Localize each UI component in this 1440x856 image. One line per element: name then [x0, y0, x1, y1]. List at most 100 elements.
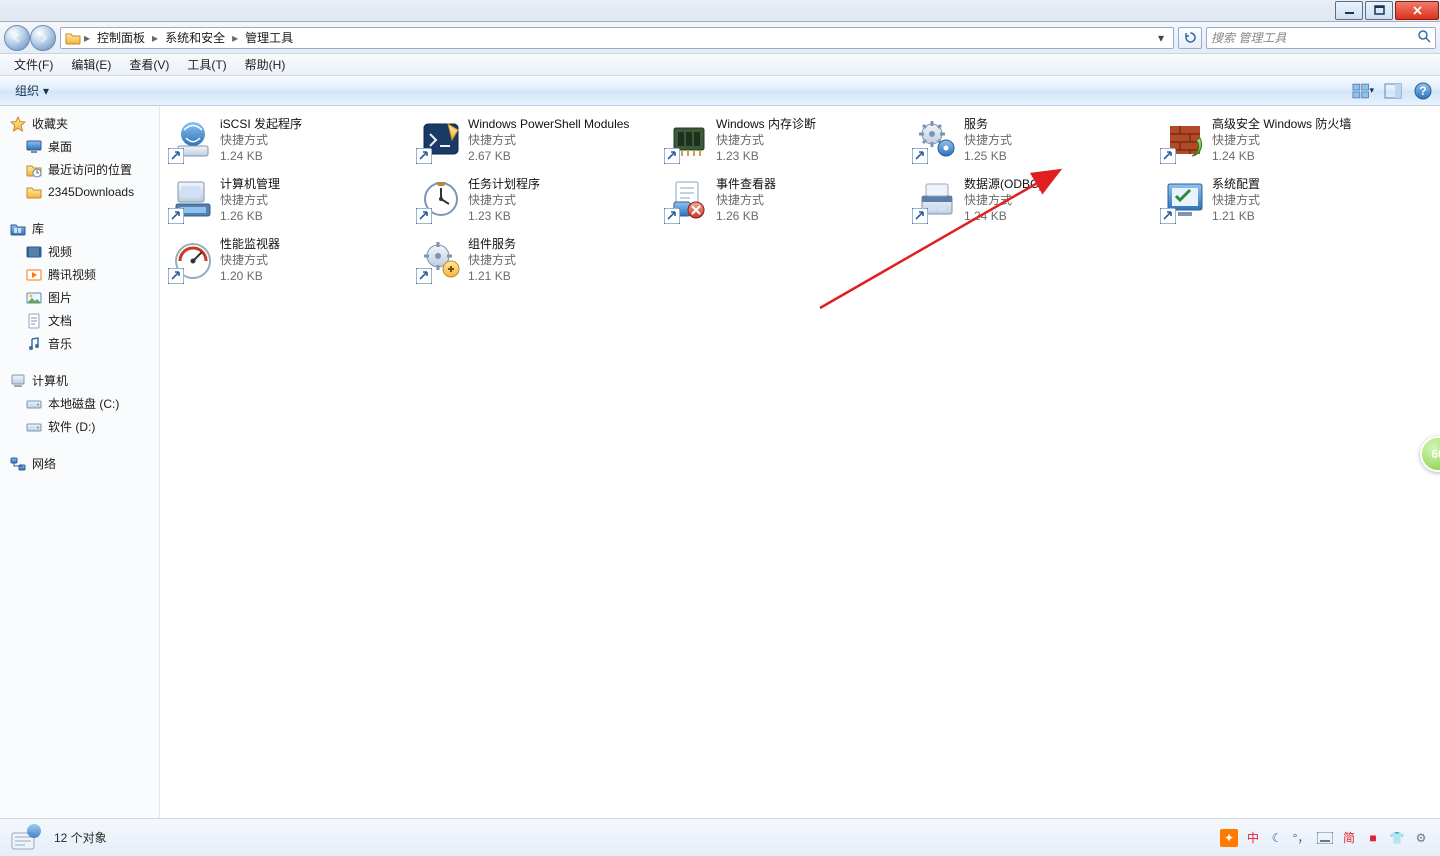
refresh-button[interactable]	[1178, 27, 1202, 49]
breadcrumb-item[interactable]: 管理工具	[241, 29, 297, 46]
nav-group-label: 计算机	[32, 372, 68, 389]
nav-item-recent[interactable]: 最近访问的位置	[8, 158, 159, 181]
edge-badge[interactable]: 60	[1420, 436, 1440, 472]
file-size: 1.23 KB	[468, 208, 540, 224]
address-dropdown[interactable]: ▾	[1153, 31, 1169, 45]
tray-moon-icon[interactable]: ☾	[1268, 829, 1286, 847]
location-icon	[65, 30, 81, 46]
file-name: 性能监视器	[220, 236, 280, 252]
file-icon	[418, 176, 464, 222]
status-count: 12 个对象	[54, 829, 107, 846]
help-button[interactable]	[1412, 80, 1434, 102]
tray-app-icon[interactable]: ✦	[1220, 829, 1238, 847]
breadcrumb-sep: ▸	[83, 31, 91, 45]
content-area[interactable]: iSCSI 发起程序 快捷方式 1.24 KB Windows PowerShe…	[160, 106, 1440, 818]
file-item[interactable]: 数据源(ODBC) 快捷方式 1.24 KB	[908, 174, 1156, 234]
file-item[interactable]: 性能监视器 快捷方式 1.20 KB	[164, 234, 412, 294]
close-button[interactable]	[1395, 1, 1439, 20]
menu-file[interactable]: 文件(F)	[6, 54, 61, 75]
nav-item-label: 2345Downloads	[48, 185, 134, 199]
maximize-button[interactable]	[1365, 1, 1393, 20]
shortcut-overlay-icon	[416, 208, 432, 224]
status-bar: 12 个对象 ✦ 中 ☾ °， 简 ■ 👕 ⚙	[0, 818, 1440, 856]
breadcrumb-item[interactable]: 系统和安全	[161, 29, 229, 46]
tray-simplified[interactable]: 简	[1340, 829, 1358, 847]
nav-item-pictures[interactable]: 图片	[8, 286, 159, 309]
address-bar[interactable]: ▸ 控制面板 ▸ 系统和安全 ▸ 管理工具 ▾	[60, 27, 1174, 49]
nav-libraries[interactable]: 库	[8, 217, 159, 240]
search-icon[interactable]	[1417, 29, 1431, 46]
breadcrumb-item[interactable]: 控制面板	[93, 29, 149, 46]
nav-item-drive-d[interactable]: 软件 (D:)	[8, 415, 159, 438]
file-item[interactable]: Windows PowerShell Modules 快捷方式 2.67 KB	[412, 114, 660, 174]
organize-button[interactable]: 组织 ▾	[6, 78, 58, 103]
preview-pane-button[interactable]	[1382, 80, 1404, 102]
file-item[interactable]: 组件服务 快捷方式 1.21 KB	[412, 234, 660, 294]
nav-computer[interactable]: 计算机	[8, 369, 159, 392]
search-box[interactable]	[1206, 27, 1436, 49]
status-icon	[10, 823, 44, 853]
file-name: 服务	[964, 116, 1012, 132]
file-name: 系统配置	[1212, 176, 1260, 192]
file-name: iSCSI 发起程序	[220, 116, 302, 132]
forward-button[interactable]	[30, 25, 56, 51]
file-item[interactable]: iSCSI 发起程序 快捷方式 1.24 KB	[164, 114, 412, 174]
menu-help[interactable]: 帮助(H)	[237, 54, 294, 75]
shortcut-overlay-icon	[1160, 208, 1176, 224]
file-icon	[170, 236, 216, 282]
file-item[interactable]: 事件查看器 快捷方式 1.26 KB	[660, 174, 908, 234]
file-name: 计算机管理	[220, 176, 280, 192]
system-tray: ✦ 中 ☾ °， 简 ■ 👕 ⚙	[1220, 829, 1430, 847]
window-titlebar	[0, 0, 1440, 22]
file-item[interactable]: 系统配置 快捷方式 1.21 KB	[1156, 174, 1404, 234]
views-button[interactable]: ▾	[1352, 80, 1374, 102]
file-icon	[914, 116, 960, 162]
nav-item-music[interactable]: 音乐	[8, 332, 159, 355]
nav-item-downloads[interactable]: 2345Downloads	[8, 181, 159, 203]
breadcrumb-sep: ▸	[151, 31, 159, 45]
file-name: 任务计划程序	[468, 176, 540, 192]
file-size: 1.24 KB	[964, 208, 1043, 224]
tray-shirt-icon[interactable]: 👕	[1388, 829, 1406, 847]
file-type: 快捷方式	[964, 192, 1043, 208]
file-icon	[170, 116, 216, 162]
file-name: Windows 内存诊断	[716, 116, 816, 132]
file-item[interactable]: Windows 内存诊断 快捷方式 1.23 KB	[660, 114, 908, 174]
tray-ime-lang[interactable]: 中	[1244, 829, 1262, 847]
nav-item-tencent[interactable]: 腾讯视频	[8, 263, 159, 286]
menu-view[interactable]: 查看(V)	[121, 54, 177, 75]
nav-item-desktop[interactable]: 桌面	[8, 135, 159, 158]
nav-favorites[interactable]: 收藏夹	[8, 112, 159, 135]
file-icon	[1162, 116, 1208, 162]
file-type: 快捷方式	[220, 192, 280, 208]
file-type: 快捷方式	[468, 132, 629, 148]
tray-gear-icon[interactable]: ⚙	[1412, 829, 1430, 847]
nav-item-label: 音乐	[48, 335, 72, 352]
shortcut-overlay-icon	[416, 148, 432, 164]
file-type: 快捷方式	[716, 132, 816, 148]
chevron-down-icon: ▾	[43, 84, 49, 98]
nav-item-documents[interactable]: 文档	[8, 309, 159, 332]
nav-item-label: 软件 (D:)	[48, 418, 95, 435]
menu-edit[interactable]: 编辑(E)	[63, 54, 119, 75]
tray-punct-icon[interactable]: °，	[1292, 829, 1310, 847]
back-button[interactable]	[4, 25, 30, 51]
file-item[interactable]: 任务计划程序 快捷方式 1.23 KB	[412, 174, 660, 234]
file-item[interactable]: 计算机管理 快捷方式 1.26 KB	[164, 174, 412, 234]
shortcut-overlay-icon	[416, 268, 432, 284]
tray-keyboard-icon[interactable]	[1316, 829, 1334, 847]
nav-item-drive-c[interactable]: 本地磁盘 (C:)	[8, 392, 159, 415]
file-item[interactable]: 高级安全 Windows 防火墙 快捷方式 1.24 KB	[1156, 114, 1404, 174]
file-name: 高级安全 Windows 防火墙	[1212, 116, 1351, 132]
nav-item-label: 文档	[48, 312, 72, 329]
minimize-button[interactable]	[1335, 1, 1363, 20]
nav-item-video[interactable]: 视频	[8, 240, 159, 263]
file-icon	[914, 176, 960, 222]
nav-network[interactable]: 网络	[8, 452, 159, 475]
file-item[interactable]: 服务 快捷方式 1.25 KB	[908, 114, 1156, 174]
search-input[interactable]	[1211, 31, 1417, 45]
file-type: 快捷方式	[1212, 192, 1260, 208]
tray-camera-icon[interactable]: ■	[1364, 829, 1382, 847]
menu-tools[interactable]: 工具(T)	[179, 54, 234, 75]
nav-item-label: 桌面	[48, 138, 72, 155]
